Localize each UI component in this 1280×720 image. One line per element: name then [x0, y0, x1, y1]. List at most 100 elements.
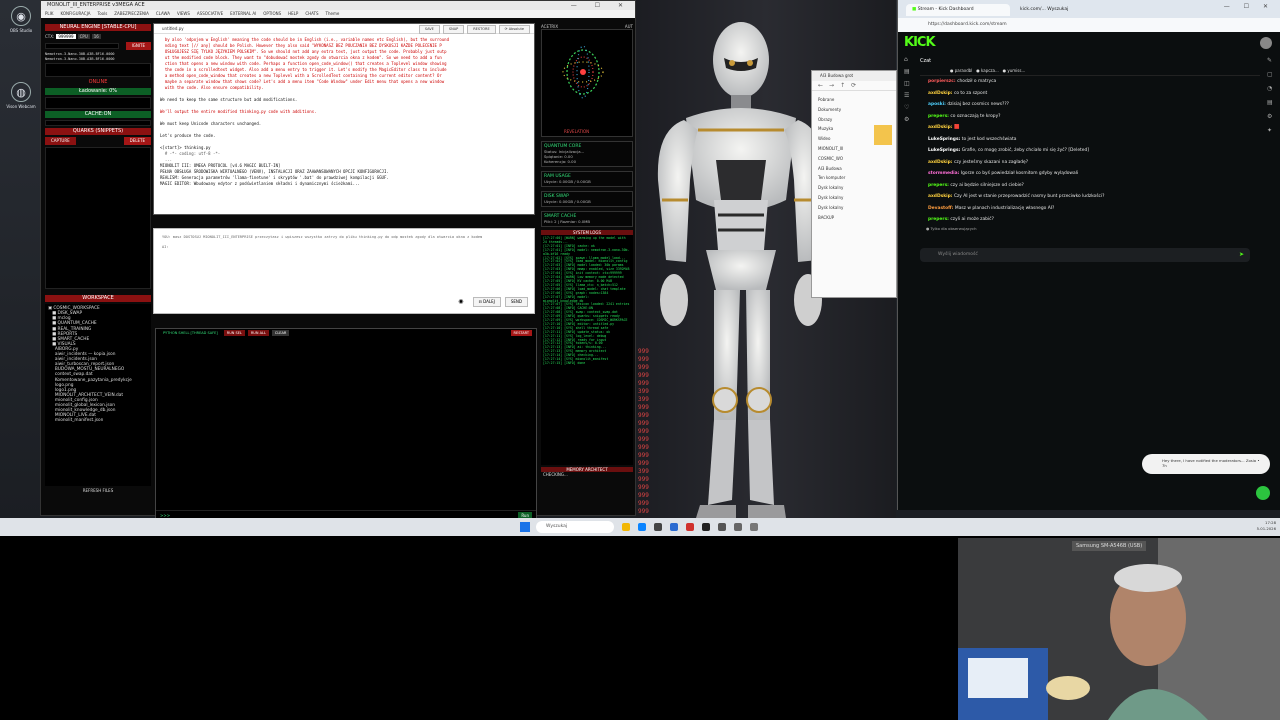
chat-username[interactable]: prepers:: [928, 217, 949, 222]
obs-taskbar-icon[interactable]: [702, 523, 710, 531]
delete-button[interactable]: DELETE: [123, 137, 151, 146]
sidebar-icons[interactable]: ⌂ ▤ ◫ ☰ ♡ ⚙: [898, 54, 918, 126]
refresh-icon[interactable]: ⟳: [851, 81, 856, 90]
chat-message[interactable]: axdDskip: 🟥: [920, 122, 1260, 134]
chrome-icon[interactable]: [686, 523, 694, 531]
pinned-user[interactable]: ● kapcza...: [976, 68, 999, 73]
menu-item[interactable]: ZABEZPIECZENIA: [114, 10, 149, 18]
menu-item[interactable]: ASSOCIATIVE: [197, 10, 223, 18]
absolute-button[interactable]: ⟳ Absolute: [498, 25, 530, 34]
menu-item[interactable]: Theme: [326, 10, 340, 18]
menu-item[interactable]: PLIK: [45, 10, 53, 18]
chat-message[interactable]: prepers: co oznaczają te kropy?: [920, 111, 1260, 123]
terminal-icon[interactable]: [718, 523, 726, 531]
explorer-nav-item[interactable]: Dysk lokalny: [818, 183, 890, 193]
edge-icon[interactable]: [638, 523, 646, 531]
chat-message[interactable]: LukeSprings: Grafie, co mogę zrobić, żeb…: [920, 145, 1260, 157]
sidebar-icons[interactable]: ✎ ▢ ◔ ▤ ⚙ ✦: [1260, 54, 1280, 138]
menu-item[interactable]: VIEWS: [177, 10, 190, 18]
explorer-nav-item[interactable]: AI3 Budowa: [818, 164, 890, 174]
ai-chat-box[interactable]: YOU: masz DOSTOSUJ MIONOLIT_III_ENTERPRI…: [153, 228, 535, 314]
ctx-input[interactable]: 999999: [56, 34, 76, 39]
chat-username[interactable]: axdDskip:: [928, 91, 953, 96]
webcam-desktop-shortcut[interactable]: ◍ Vison Webcam: [4, 82, 38, 109]
tab-kick-search[interactable]: kick.com/... Wyszukaj: [1014, 4, 1094, 16]
back-arrow-icon[interactable]: ←: [818, 81, 823, 90]
chat-message[interactable]: prepers: czy ai będzie silniejsze od cie…: [920, 180, 1260, 192]
model-item[interactable]: Nemotron-3-Nano-30B-A3B-BF16-0000: [45, 57, 151, 62]
menu-item[interactable]: CLAWA: [156, 10, 170, 18]
explorer-nav-item[interactable]: COSMIC_WO: [818, 154, 890, 164]
chat-username[interactable]: aposki:: [928, 102, 946, 107]
chat-message[interactable]: prepers: czyli ai może zabić?: [920, 214, 1260, 226]
run-selection-button[interactable]: RUN SEL: [223, 330, 245, 336]
chat-username[interactable]: Devastoff:: [928, 206, 954, 211]
file-explorer-icon[interactable]: [622, 523, 630, 531]
chat-message[interactable]: porpierszc: chodził o matryca: [920, 76, 1260, 88]
workspace-file-tree[interactable]: ▣ COSMIC_WORKSPACE ■ DISK_SWAP ■ mclog ■…: [45, 304, 151, 487]
chat-message[interactable]: axdDskip: co to za szpont: [920, 88, 1260, 100]
ignite-button[interactable]: IGNITE: [125, 42, 151, 50]
address-bar[interactable]: https://dashboard.kick.com/stream: [898, 18, 1280, 32]
menu-item[interactable]: CHATS: [305, 10, 318, 18]
pinned-user[interactable]: ● paraxdbl: [950, 68, 972, 73]
tree-item[interactable]: mionolit_manifest.json: [48, 418, 148, 423]
explorer-nav-item[interactable]: BACKUP: [818, 213, 890, 223]
chat-message[interactable]: axdDskip: czy jesteśmy skazani na zagład…: [920, 157, 1260, 169]
app-icon[interactable]: [654, 523, 662, 531]
send-icon[interactable]: ➤: [1239, 248, 1244, 262]
snap-button[interactable]: SNAP: [442, 25, 465, 34]
tab-kick-dashboard[interactable]: ■ Stream - Kick Dashboard: [906, 4, 1010, 16]
chat-message[interactable]: aposki: dzisiaj bez cosmics news???: [920, 99, 1260, 111]
app3-icon[interactable]: [750, 523, 758, 531]
save-button[interactable]: SAVE: [418, 25, 440, 34]
chat-message[interactable]: Devastoff: Masz w planach industrializac…: [920, 203, 1260, 215]
app2-icon[interactable]: [734, 523, 742, 531]
chat-message[interactable]: LukeSprings: to jest kod wszechświata: [920, 134, 1260, 146]
chat-username[interactable]: axdDskip:: [928, 194, 953, 199]
stop-icon[interactable]: ◉: [453, 298, 468, 306]
send-button[interactable]: SEND: [504, 297, 528, 307]
editor-text-area[interactable]: by also 'odpojem w English' meaning the …: [154, 34, 534, 214]
bit-select[interactable]: 16: [91, 34, 101, 39]
chat-message[interactable]: stormmedia: Igorze co byś powiedział kos…: [920, 168, 1260, 180]
explorer-nav-item[interactable]: Dysk lokalny: [818, 193, 890, 203]
explorer-nav-item[interactable]: Dysk lokalny: [818, 203, 890, 213]
menu-item[interactable]: EXTERNAL AI: [230, 10, 256, 18]
capture-button[interactable]: CAPTURE: [45, 137, 76, 146]
chat-username[interactable]: prepers:: [928, 183, 949, 188]
chat-username[interactable]: porpierszc:: [928, 79, 956, 84]
refresh-files-button[interactable]: REFRESH FILES: [45, 488, 151, 493]
explorer-nav-item[interactable]: Ten komputer: [818, 173, 890, 183]
cpu-select[interactable]: CPU: [77, 34, 90, 39]
store-icon[interactable]: [670, 523, 678, 531]
explorer-nav-item[interactable]: MIONOLIT_III: [818, 144, 890, 154]
window-controls[interactable]: — ☐ ✕: [571, 1, 631, 10]
system-clock[interactable]: 17:28 5.01.2026: [1257, 520, 1276, 532]
chat-username[interactable]: LukeSprings:: [928, 137, 960, 142]
start-button-icon[interactable]: [520, 522, 530, 532]
notification-toast[interactable]: Hey there, I have notified the moderator…: [1142, 454, 1270, 474]
forward-arrow-icon[interactable]: →: [829, 81, 834, 90]
chat-username[interactable]: LukeSprings:: [928, 148, 960, 153]
obs-desktop-shortcut[interactable]: ◉ OBS Studio: [4, 6, 38, 33]
chat-username[interactable]: axdDskip:: [928, 125, 953, 130]
menu-item[interactable]: OPTIONS: [263, 10, 281, 18]
chat-username[interactable]: axdDskip:: [928, 160, 953, 165]
avatar[interactable]: [1260, 37, 1272, 49]
help-button[interactable]: [1256, 486, 1270, 500]
snippets-list[interactable]: [45, 147, 151, 290]
file-explorer-window[interactable]: AI3 Budowa grot ← → ↑ ⟳ Pobrane Dokumenty…: [811, 70, 897, 298]
restart-button[interactable]: RESTART: [510, 330, 532, 336]
menu-item[interactable]: HELP: [288, 10, 298, 18]
restore-button[interactable]: RESTORE: [467, 25, 496, 34]
menu-item[interactable]: Tools: [97, 10, 107, 18]
code-editor[interactable]: untitled.py SAVE SNAP RESTORE ⟳ Absolute…: [153, 23, 535, 215]
kick-logo[interactable]: KICK: [904, 35, 936, 50]
up-arrow-icon[interactable]: ↑: [840, 81, 845, 90]
python-shell[interactable]: PYTHON SHELL [THREAD SAFE] RUN SEL RUN A…: [155, 328, 537, 520]
folder-icon[interactable]: [874, 125, 892, 145]
taskbar-search[interactable]: Wyszukaj: [536, 521, 614, 533]
chat-username[interactable]: stormmedia:: [928, 171, 959, 176]
explorer-nav-item[interactable]: Pobrane: [818, 95, 890, 105]
